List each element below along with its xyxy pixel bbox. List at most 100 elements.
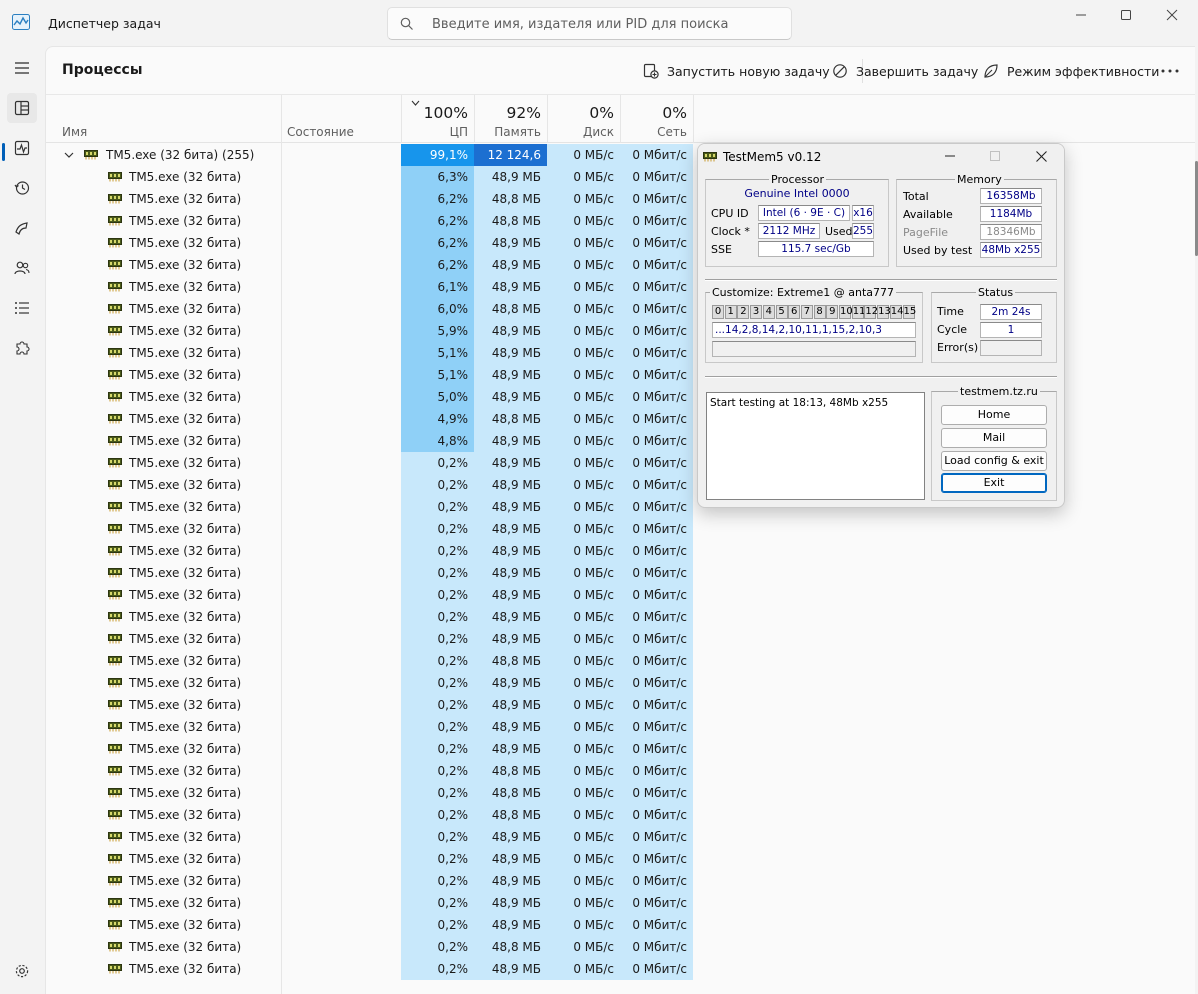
test-log[interactable]: Start testing at 18:13, 48Mb x255: [706, 392, 925, 500]
column-name[interactable]: Имя: [46, 95, 281, 143]
process-row[interactable]: TM5.exe (32 бита) 0,2% 48,9 МБ 0 МБ/с 0 Мбит…: [46, 540, 696, 562]
column-memory[interactable]: 92% Память: [474, 95, 547, 143]
process-row[interactable]: TM5.exe (32 бита) 6,2% 48,9 МБ 0 МБ/с 0 Мбит…: [46, 254, 696, 276]
process-row[interactable]: TM5.exe (32 бита) 6,2% 48,8 МБ 0 МБ/с 0 Мбит…: [46, 210, 696, 232]
process-group-row[interactable]: TM5.exe (32 бита) (255) 99,1% 12 124,6 .…: [46, 144, 696, 184]
process-row[interactable]: TM5.exe (32 бита) 6,1% 48,9 МБ 0 МБ/с 0 Мбит…: [46, 276, 696, 298]
exit-button[interactable]: Exit: [941, 473, 1047, 493]
memory-chip-icon: [108, 238, 122, 248]
process-row[interactable]: TM5.exe (32 бита) 0,2% 48,9 МБ 0 МБ/с 0 Мбит…: [46, 584, 696, 606]
process-row[interactable]: TM5.exe (32 бита) 0,2% 48,9 МБ 0 МБ/с 0 Мбит…: [46, 892, 696, 914]
process-row[interactable]: TM5.exe (32 бита) 0,2% 48,9 МБ 0 МБ/с 0 Мбит…: [46, 914, 696, 936]
process-row[interactable]: TM5.exe (32 бита) 0,2% 48,9 МБ 0 МБ/с 0 Мбит…: [46, 958, 696, 980]
total-field: 16358Mb: [980, 188, 1042, 204]
process-row[interactable]: TM5.exe (32 бита) 0,2% 48,8 МБ 0 МБ/с 0 Мбит…: [46, 936, 696, 958]
test-indicator: 11: [851, 305, 866, 319]
process-row[interactable]: TM5.exe (32 бита) 0,2% 48,9 МБ 0 МБ/с 0 Мбит…: [46, 606, 696, 628]
end-task-button[interactable]: Завершить задачу: [832, 59, 978, 83]
available-label: Available: [903, 208, 953, 221]
process-row[interactable]: TM5.exe (32 бита) 4,8% 48,9 МБ 0 МБ/с 0 Мбит…: [46, 430, 696, 452]
tm5-close-button[interactable]: [1019, 144, 1063, 170]
memory-value: 48,9 МБ: [474, 386, 547, 408]
process-row[interactable]: TM5.exe (32 бита) 0,2% 48,9 МБ 0 МБ/с 0 Мбит…: [46, 496, 696, 518]
process-row[interactable]: TM5.exe (32 бита) 0,2% 48,8 МБ 0 МБ/с 0 Мбит…: [46, 782, 696, 804]
process-row[interactable]: TM5.exe (32 бита) 0,2% 48,9 МБ 0 МБ/с 0 Мбит…: [46, 694, 696, 716]
process-row[interactable]: TM5.exe (32 бита) 0,2% 48,9 МБ 0 МБ/с 0 Мбит…: [46, 848, 696, 870]
process-row[interactable]: TM5.exe (32 бита) 0,2% 48,9 МБ 0 МБ/с 0 Мбит…: [46, 672, 696, 694]
tm5-minimize-button[interactable]: [928, 144, 972, 170]
minimize-button[interactable]: [1058, 0, 1104, 30]
hamburger-menu-button[interactable]: [7, 53, 37, 83]
network-value: 0 Мбит/с: [620, 364, 693, 386]
memory-chip-icon: [108, 326, 122, 336]
process-row[interactable]: TM5.exe (32 бита) 0,2% 48,9 МБ 0 МБ/с 0 Мбит…: [46, 474, 696, 496]
process-row[interactable]: TM5.exe (32 бита) 0,2% 48,9 МБ 0 МБ/с 0 Мбит…: [46, 826, 696, 848]
efficiency-leaf-icon: [984, 64, 998, 78]
process-row[interactable]: TM5.exe (32 бита) 0,2% 48,9 МБ 0 МБ/с 0 Мбит…: [46, 562, 696, 584]
column-status[interactable]: Состояние: [281, 95, 401, 143]
search-input[interactable]: [432, 14, 782, 34]
test-indicator: 5: [775, 305, 788, 319]
process-row[interactable]: TM5.exe (32 бита) 0,2% 48,9 МБ 0 МБ/с 0 Мбит…: [46, 452, 696, 474]
column-network[interactable]: 0% Сеть: [620, 95, 693, 143]
maximize-button[interactable]: [1103, 0, 1149, 30]
process-row[interactable]: TM5.exe (32 бита) 5,1% 48,9 МБ 0 МБ/с 0 Мбит…: [46, 342, 696, 364]
test-indicator: 0: [712, 305, 724, 319]
memory-value: 48,8 МБ: [474, 936, 547, 958]
nav-startup-apps[interactable]: [7, 213, 37, 243]
collapse-chevron-icon[interactable]: [64, 150, 74, 160]
nav-services[interactable]: [7, 333, 37, 363]
process-row[interactable]: TM5.exe (32 бита) 0,2% 48,8 МБ 0 МБ/с 0 Мбит…: [46, 760, 696, 782]
test-indicator: 15: [902, 305, 917, 319]
close-button[interactable]: [1149, 0, 1195, 30]
column-cpu[interactable]: 100% ЦП: [401, 95, 474, 143]
process-row[interactable]: TM5.exe (32 бита) 5,1% 48,9 МБ 0 МБ/с 0 Мбит…: [46, 364, 696, 386]
column-disk-label: Диск: [582, 125, 614, 139]
process-row[interactable]: TM5.exe (32 бита) 0,2% 48,9 МБ 0 МБ/с 0 Мбит…: [46, 716, 696, 738]
nav-performance[interactable]: [7, 133, 37, 163]
cpu-value: 4,9%: [401, 408, 474, 430]
memory-value: 48,9 МБ: [474, 826, 547, 848]
process-row[interactable]: TM5.exe (32 бита) 0,2% 48,9 МБ 0 МБ/с 0 Мбит…: [46, 518, 696, 540]
history-icon: [14, 181, 30, 195]
mail-button[interactable]: Mail: [941, 428, 1047, 448]
network-value: 0 Мбит/с: [620, 650, 693, 672]
disk-value: 0 МБ/с: [547, 430, 620, 452]
network-value: 0 Мбит/с: [620, 518, 693, 540]
process-row[interactable]: TM5.exe (32 бита) 0,2% 48,9 МБ 0 МБ/с 0 Мбит…: [46, 738, 696, 760]
process-row[interactable]: TM5.exe (32 бита) 0,2% 48,8 МБ 0 МБ/с 0 Мбит…: [46, 804, 696, 826]
cpu-value: 99,1%: [401, 144, 474, 166]
nav-processes[interactable]: [7, 93, 37, 123]
network-value: 0 Мбит/с: [620, 584, 693, 606]
disk-value: 0 МБ/с: [547, 188, 620, 210]
load-config-exit-button[interactable]: Load config & exit: [941, 451, 1047, 471]
column-disk[interactable]: 0% Диск: [547, 95, 620, 143]
efficiency-mode-button[interactable]: Режим эффективности: [983, 59, 1159, 83]
nav-settings[interactable]: [7, 956, 37, 986]
disk-value: 0 МБ/с: [547, 826, 620, 848]
memory-chip-icon: [108, 656, 122, 666]
process-row[interactable]: TM5.exe (32 бита) 0,2% 48,9 МБ 0 МБ/с 0 Мбит…: [46, 870, 696, 892]
end-task-icon: [833, 64, 847, 78]
process-row[interactable]: TM5.exe (32 бита) 6,0% 48,8 МБ 0 МБ/с 0 Мбит…: [46, 298, 696, 320]
title-bar: Диспетчер задач: [0, 0, 1198, 46]
nav-users[interactable]: [7, 253, 37, 283]
process-row[interactable]: TM5.exe (32 бита) 5,9% 48,9 МБ 0 МБ/с 0 Мбит…: [46, 320, 696, 342]
process-row[interactable]: TM5.exe (32 бита) 5,0% 48,9 МБ 0 МБ/с 0 Мбит…: [46, 386, 696, 408]
run-new-task-button[interactable]: Запустить новую задачу: [643, 59, 830, 83]
memory-value: 48,9 МБ: [474, 694, 547, 716]
process-row[interactable]: TM5.exe (32 бита) 6,3% 48,9 МБ 0 МБ/с 0 Мбит…: [46, 166, 696, 188]
nav-app-history[interactable]: [7, 173, 37, 203]
more-options-button[interactable]: [1160, 59, 1180, 83]
nav-details[interactable]: [7, 293, 37, 323]
home-button[interactable]: Home: [941, 405, 1047, 425]
memory-value: 48,8 МБ: [474, 210, 547, 232]
process-row[interactable]: TM5.exe (32 бита) 0,2% 48,9 МБ 0 МБ/с 0 Мбит…: [46, 628, 696, 650]
search-box[interactable]: [387, 7, 792, 40]
process-row[interactable]: TM5.exe (32 бита) 6,2% 48,9 МБ 0 МБ/с 0 Мбит…: [46, 232, 696, 254]
process-row[interactable]: TM5.exe (32 бита) 6,2% 48,8 МБ 0 МБ/с 0 Мбит…: [46, 188, 696, 210]
disk-value: 0 МБ/с: [547, 606, 620, 628]
network-value: 0 Мбит/с: [620, 408, 693, 430]
process-row[interactable]: TM5.exe (32 бита) 4,9% 48,8 МБ 0 МБ/с 0 Мбит…: [46, 408, 696, 430]
process-row[interactable]: TM5.exe (32 бита) 0,2% 48,8 МБ 0 МБ/с 0 Мбит…: [46, 650, 696, 672]
